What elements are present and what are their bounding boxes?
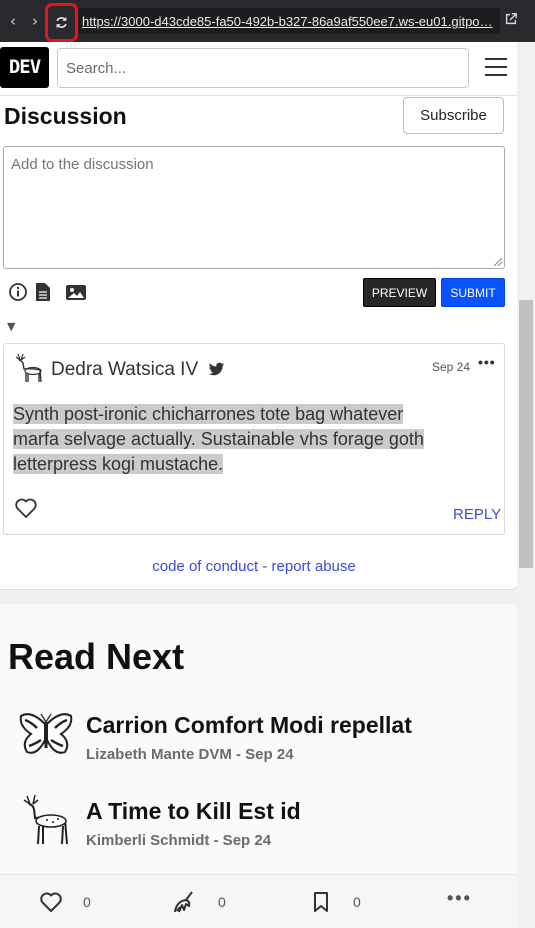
discussion-title: Discussion	[4, 103, 127, 129]
collapse-triangle-icon[interactable]: ▼	[7, 320, 15, 333]
subscribe-button[interactable]: Subscribe	[403, 97, 504, 134]
code-of-conduct-link[interactable]: code of conduct	[152, 558, 258, 575]
read-next-item-title[interactable]: Carrion Comfort Modi repellat	[86, 712, 412, 739]
heart-icon[interactable]	[14, 497, 38, 519]
like-count: 0	[83, 894, 91, 910]
search-input[interactable]	[57, 48, 469, 88]
read-next-title: Read Next	[8, 636, 185, 677]
submit-button[interactable]: SUBMIT	[441, 278, 505, 307]
reload-button[interactable]	[45, 3, 78, 42]
site-header: DEV	[0, 42, 517, 96]
more-options-icon[interactable]: •••	[447, 888, 472, 909]
deer-image-icon[interactable]	[17, 792, 75, 850]
bookmark-icon[interactable]	[309, 890, 333, 914]
deer-avatar-icon[interactable]	[12, 351, 46, 385]
browser-toolbar: ‹ › https://3000-d43cde85-fa50-492b-b327…	[0, 0, 535, 42]
read-next-section: Read Next Carrion Comfort Modi repellat …	[0, 604, 517, 874]
unicorn-count: 0	[218, 894, 226, 910]
hamburger-menu-icon[interactable]	[485, 58, 507, 76]
comment-body: Synth post-ironic chicharrones tote bag …	[13, 402, 453, 477]
bookmark-count: 0	[353, 894, 361, 910]
discussion-card: Discussion Subscribe PREVIEW SUBMIT ▼ De…	[0, 96, 517, 590]
comment: Dedra Watsica IV Sep 24 ••• Synth post-i…	[3, 343, 505, 535]
resize-grip-icon[interactable]	[493, 257, 503, 267]
footer-links: code of conduct - report abuse	[0, 558, 508, 575]
dev-logo[interactable]: DEV	[0, 47, 49, 88]
external-link-icon[interactable]	[504, 12, 522, 30]
read-next-item-meta: Lizabeth Mante DVM - Sep 24	[86, 746, 294, 763]
report-abuse-link[interactable]: report abuse	[272, 558, 356, 575]
twitter-icon[interactable]	[208, 361, 225, 378]
footer-separator: -	[262, 558, 268, 575]
forward-arrow-icon[interactable]: ›	[28, 12, 42, 30]
back-arrow-icon[interactable]: ‹	[6, 12, 20, 30]
preview-button[interactable]: PREVIEW	[363, 278, 436, 307]
image-upload-icon[interactable]	[65, 281, 87, 303]
comment-more-icon[interactable]: •••	[478, 354, 496, 370]
comment-date[interactable]: Sep 24	[432, 360, 470, 374]
like-heart-icon[interactable]	[39, 890, 63, 914]
reload-icon	[56, 16, 67, 29]
reply-button[interactable]: REPLY	[453, 506, 501, 523]
butterfly-image-icon[interactable]	[17, 706, 75, 764]
info-icon[interactable]	[8, 281, 28, 303]
url-text[interactable]: https://3000-d43cde85-fa50-492b-b327-86a…	[82, 12, 494, 32]
comment-body-text: Synth post-ironic chicharrones tote bag …	[13, 404, 424, 474]
comment-textarea[interactable]	[3, 146, 505, 269]
read-next-item-title[interactable]: A Time to Kill Est id	[86, 798, 301, 825]
document-icon[interactable]	[35, 281, 51, 303]
read-next-item-meta: Kimberli Schmidt - Sep 24	[86, 832, 272, 849]
article-actions-bar: 0 0 0 •••	[0, 874, 517, 928]
unicorn-icon[interactable]	[172, 890, 196, 914]
comment-author[interactable]: Dedra Watsica IV	[51, 359, 198, 381]
scrollbar-thumb[interactable]	[519, 300, 533, 568]
